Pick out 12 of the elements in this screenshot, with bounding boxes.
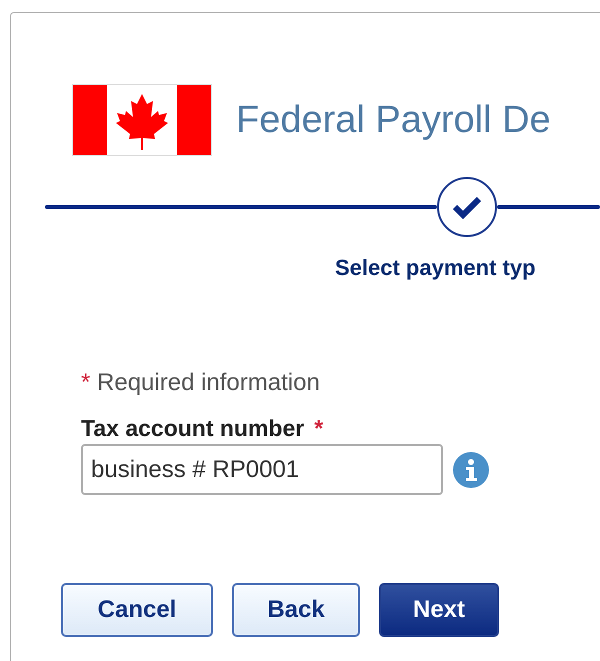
- tax-account-field[interactable]: business # RP0001: [81, 444, 443, 495]
- canada-flag-icon: [72, 84, 212, 156]
- info-icon[interactable]: [453, 452, 489, 488]
- required-note: * Required information: [81, 369, 321, 397]
- form-button[interactable]: Cancel: [61, 583, 213, 637]
- next-button[interactable]: Next: [379, 583, 499, 637]
- checkmark-icon: [452, 195, 482, 219]
- field-label: Tax account number: [81, 415, 304, 442]
- form-button[interactable]: Back: [232, 583, 360, 637]
- step-label: Select payment typ: [335, 255, 537, 281]
- required-marker: *: [314, 415, 324, 442]
- page-title: Federal Payroll De: [236, 98, 551, 142]
